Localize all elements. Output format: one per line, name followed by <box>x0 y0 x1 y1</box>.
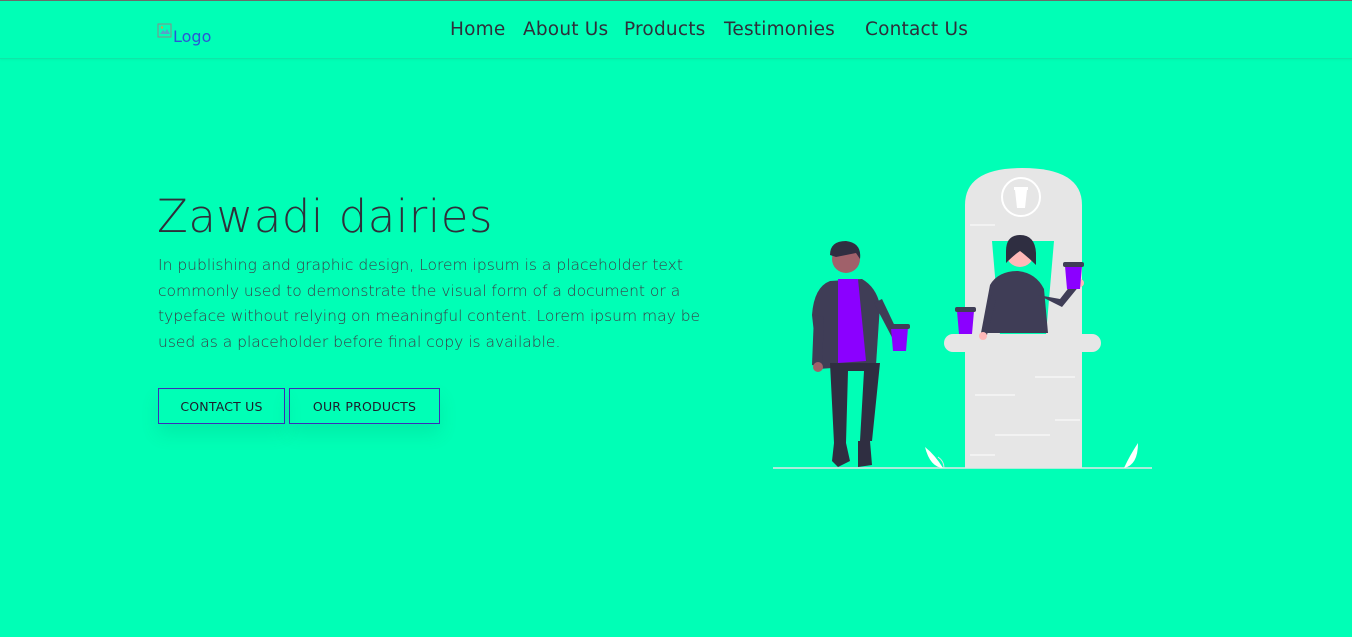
nav-products[interactable]: Products <box>624 19 705 40</box>
nav-testimonies[interactable]: Testimonies <box>724 19 835 40</box>
broken-image-icon <box>157 23 173 39</box>
coffee-kiosk-illustration <box>770 165 1155 475</box>
nav-contact-us[interactable]: Contact Us <box>865 19 968 40</box>
nav-about-us[interactable]: About Us <box>523 19 608 40</box>
hero-description: In publishing and graphic design, Lorem … <box>158 256 701 351</box>
our-products-button[interactable]: OUR PRODUCTS <box>289 388 440 424</box>
navbar: Logo Home About Us Products Testimonies … <box>0 1 1352 59</box>
hero-title: Zawadi dairies <box>157 190 493 243</box>
contact-us-button[interactable]: CONTACT US <box>158 388 285 424</box>
nav-home[interactable]: Home <box>450 19 505 40</box>
logo-alt-text: Logo <box>173 27 212 46</box>
logo[interactable]: Logo <box>157 23 212 46</box>
